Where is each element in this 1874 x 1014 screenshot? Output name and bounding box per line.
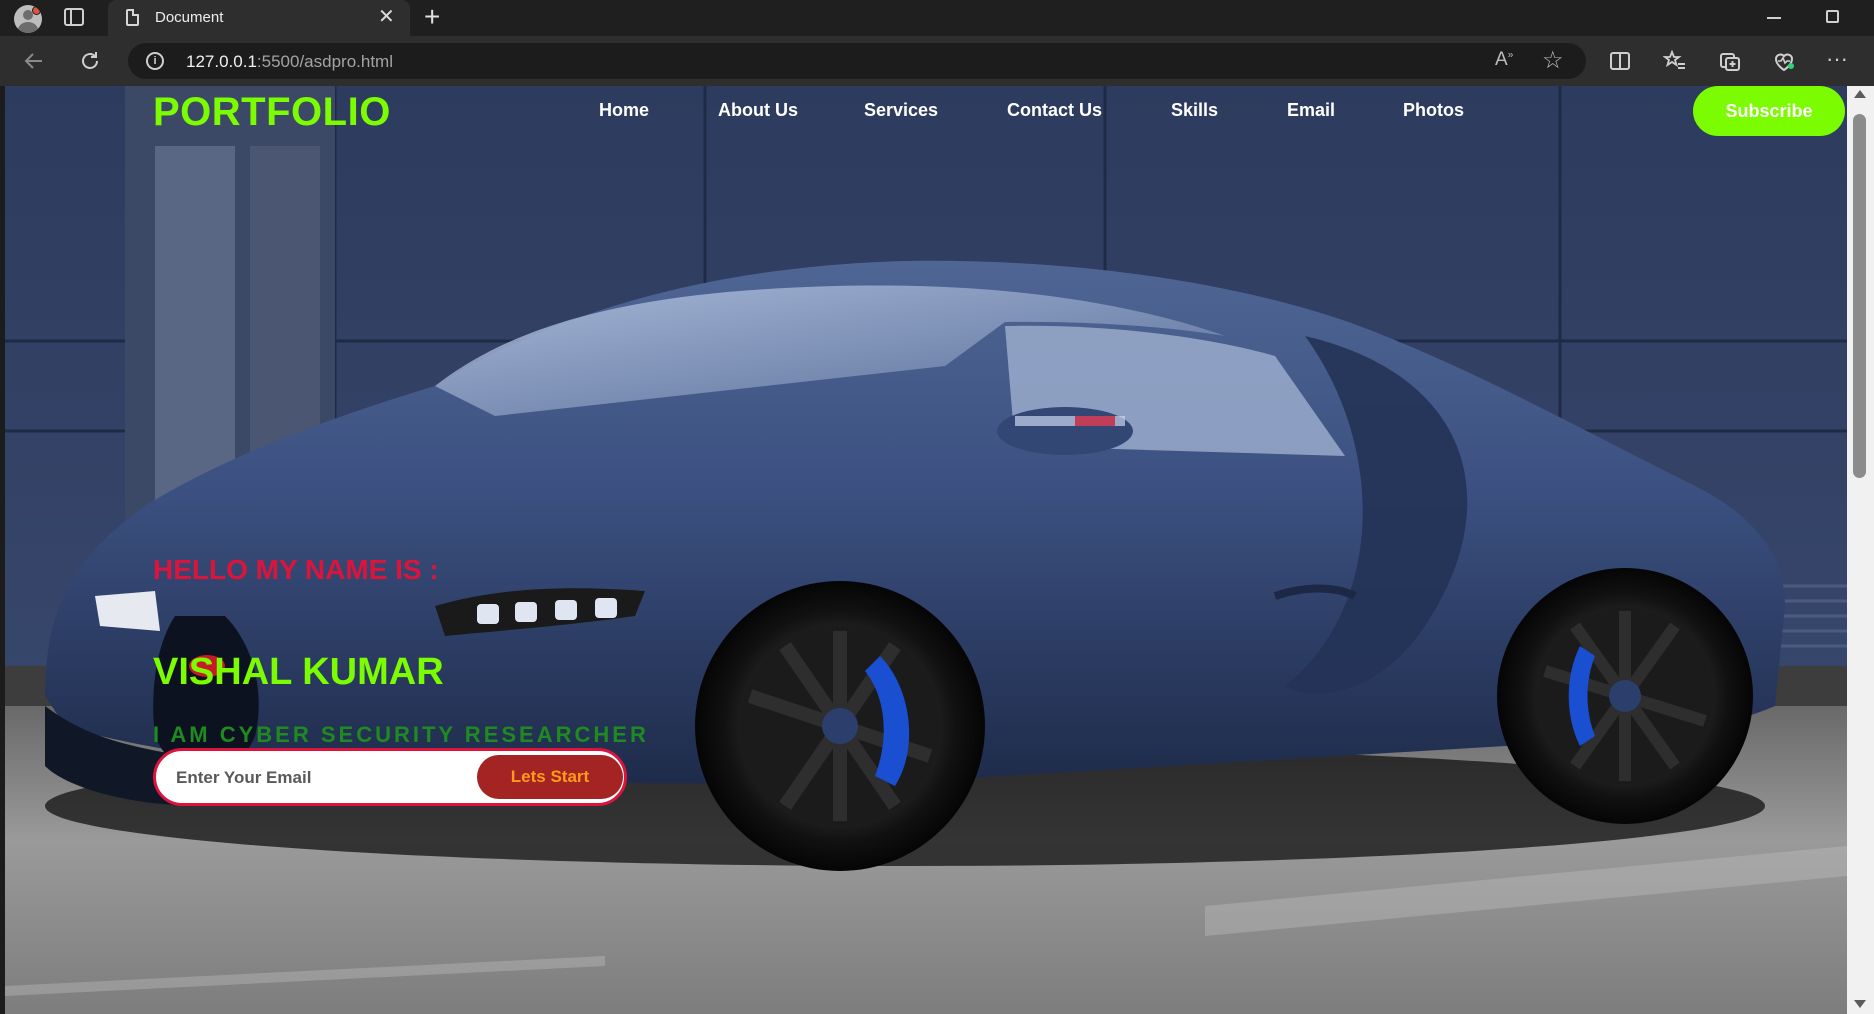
new-tab-icon[interactable]: +	[424, 2, 440, 32]
back-icon[interactable]	[22, 49, 46, 73]
close-icon[interactable]: ✕	[378, 6, 395, 28]
maximize-icon[interactable]	[1826, 10, 1839, 23]
collections-icon[interactable]	[1718, 49, 1742, 73]
minimize-icon[interactable]	[1767, 17, 1781, 19]
scroll-down-icon[interactable]	[1854, 1000, 1866, 1008]
tab-title: Document	[155, 9, 224, 26]
nav-email[interactable]: Email	[1287, 100, 1335, 121]
split-screen-icon[interactable]	[1608, 49, 1632, 73]
profile-icon[interactable]	[14, 5, 42, 33]
page-icon	[126, 9, 139, 26]
nav-home[interactable]: Home	[599, 100, 649, 121]
nav-services[interactable]: Services	[864, 100, 938, 121]
read-aloud-icon[interactable]: A»	[1495, 49, 1513, 71]
favorite-icon[interactable]: ☆	[1542, 46, 1564, 75]
more-icon[interactable]: ···	[1826, 47, 1848, 71]
site-logo[interactable]: PORTFOLIO	[153, 90, 391, 135]
nav-photos[interactable]: Photos	[1403, 100, 1464, 121]
tab-actions-icon[interactable]	[64, 8, 84, 26]
page-scrollbar[interactable]	[1847, 86, 1874, 1014]
hero-role: I AM CYBER SECURITY RESEARCHER	[153, 722, 649, 747]
hero-greeting: HELLO MY NAME IS :	[153, 554, 439, 585]
hero-background-image	[5, 86, 1847, 1014]
email-signup-form: Lets Start	[153, 748, 627, 806]
browser-tab-bar: Document ✕ +	[0, 0, 1874, 36]
scroll-thumb[interactable]	[1853, 114, 1866, 478]
health-icon[interactable]	[1772, 49, 1796, 73]
nav-contact-us[interactable]: Contact Us	[1007, 100, 1102, 121]
browser-tab[interactable]: Document ✕	[108, 0, 410, 36]
lets-start-button[interactable]: Lets Start	[477, 755, 623, 799]
browser-toolbar: i 127.0.0.1:5500/asdpro.html A» ☆ ···	[0, 36, 1874, 86]
subscribe-button[interactable]: Subscribe	[1693, 86, 1845, 136]
info-icon[interactable]: i	[146, 52, 164, 70]
email-input[interactable]	[176, 764, 476, 792]
scroll-up-icon[interactable]	[1854, 90, 1866, 98]
hero-name: VISHAL KUMAR	[153, 651, 444, 693]
url-text[interactable]: 127.0.0.1:5500/asdpro.html	[186, 52, 393, 72]
nav-about-us[interactable]: About Us	[718, 100, 798, 121]
page-viewport: PORTFOLIO Home About Us Services Contact…	[5, 86, 1847, 1014]
address-bar[interactable]: i 127.0.0.1:5500/asdpro.html A» ☆	[128, 43, 1586, 79]
favorites-icon[interactable]	[1663, 49, 1687, 73]
refresh-icon[interactable]	[78, 49, 102, 73]
nav-skills[interactable]: Skills	[1171, 100, 1218, 121]
